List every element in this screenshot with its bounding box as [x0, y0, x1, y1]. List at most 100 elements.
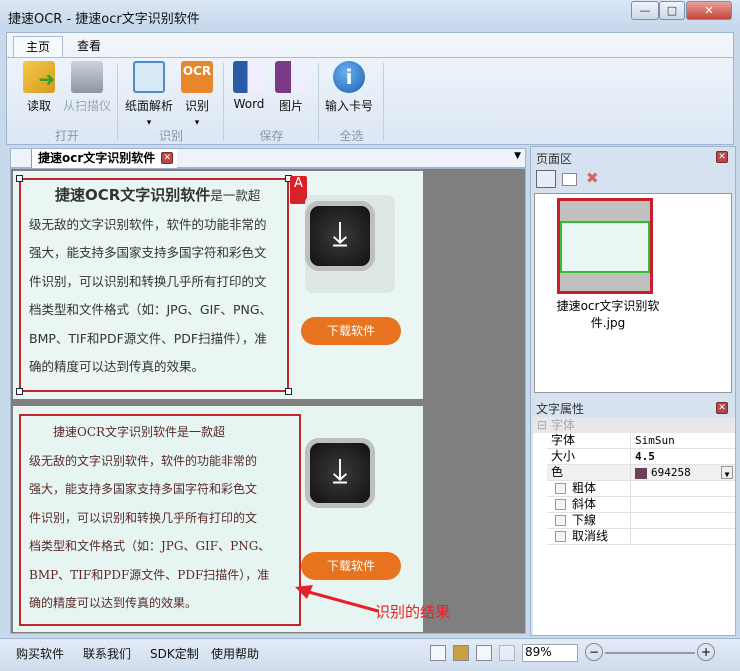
document-tab[interactable]: 捷速ocr文字识别软件 ✕: [31, 149, 178, 168]
collapse-icon[interactable]: ⊟: [537, 418, 547, 432]
close-tab-icon[interactable]: ✕: [161, 152, 174, 164]
resize-handle[interactable]: [16, 388, 23, 395]
close-button[interactable]: ✕: [686, 1, 732, 20]
group-label-open: 打开: [54, 129, 79, 143]
serial-button[interactable]: i 输入卡号: [321, 61, 377, 114]
right-panel: 页面区 ✕ ✖ 捷速ocr文字识别软件.jpg 文字属性 ✕ ⊟ 字体 字体 Si…: [530, 146, 736, 636]
document-tab-label: 捷速ocr文字识别软件: [38, 151, 156, 165]
thumbnail-view-icon[interactable]: [536, 170, 556, 188]
buy-link[interactable]: 购买软件: [16, 645, 64, 662]
annotation-label: 识别的结果: [375, 603, 451, 621]
property-value: 4.5: [635, 450, 655, 463]
property-key: 大小: [547, 449, 631, 464]
close-text-props-icon[interactable]: ✕: [716, 402, 728, 414]
sdk-link[interactable]: SDK定制: [150, 645, 199, 662]
result-line: 级无敌的文字识别软件，软件的功能非常的: [29, 453, 258, 468]
property-key: 字体: [547, 433, 631, 448]
group-label: 字体: [550, 418, 575, 432]
original-line: 强大，能支持多国家支持多国字符和彩色文: [29, 245, 267, 260]
checkbox-label: 粗体: [572, 481, 597, 495]
zoom-value: 89%: [525, 645, 552, 659]
checkbox-strikethrough[interactable]: 取消线: [547, 529, 735, 545]
help-link[interactable]: 使用帮助: [211, 645, 259, 662]
contact-link[interactable]: 联系我们: [83, 645, 131, 662]
status-bar: 购买软件 联系我们 SDK定制 使用帮助 89% − +: [0, 638, 740, 671]
group-label-save: 保存: [259, 129, 284, 143]
recognized-result-page: 捷速OCR文字识别软件是一款超 级无敌的文字识别软件，软件的功能非常的 强大，能…: [13, 406, 450, 632]
parse-label: 纸面解析: [124, 99, 173, 113]
annotation-arrow: [295, 585, 379, 613]
checkbox-label: 斜体: [572, 497, 597, 511]
window-title: 捷速OCR - 捷速ocr文字识别软件: [8, 12, 200, 27]
result-text[interactable]: 捷速OCR文字识别软件是一款超 级无敌的文字识别软件，软件的功能非常的 强大，能…: [29, 418, 301, 618]
save-image-button[interactable]: 图片: [273, 61, 309, 114]
delete-page-icon[interactable]: ✖: [586, 169, 599, 187]
scanner-icon: [71, 61, 103, 93]
resize-handle[interactable]: [285, 388, 292, 395]
document-view: A 捷速OCR文字识别软件是一款超 级无敌的文字识别软件，软件的功能非常的 强大…: [10, 168, 526, 634]
property-key: 色: [547, 465, 631, 480]
image-view-icon[interactable]: [453, 645, 469, 661]
result-line: 强大，能支持多国家支持多国字符和彩色文: [29, 482, 258, 496]
download-app-icon: ⤓: [305, 438, 375, 508]
text-props-title: 文字属性: [536, 402, 585, 416]
document-tab-strip: 捷速ocr文字识别软件 ✕ ▼: [10, 148, 526, 168]
folder-open-icon: ➜: [23, 61, 55, 93]
property-grid: ⊟ 字体 字体 SimSun 大小 4.5 色 694258 ▼ 粗体 斜体 下線 取消…: [533, 417, 735, 635]
ocr-icon: OCR: [181, 61, 213, 93]
page-view-icon[interactable]: [562, 173, 577, 186]
original-line: BMP、TIF和PDF源文件、PDF扫描件），准: [29, 330, 267, 346]
result-line: 件识别，可以识别和转换几乎所有打印的文: [29, 510, 258, 525]
text-only-icon[interactable]: [499, 645, 515, 661]
property-row-color[interactable]: 色 694258 ▼: [547, 465, 735, 481]
serial-label: 输入卡号: [324, 99, 373, 113]
layout-edit-icon: [133, 61, 165, 93]
image-document-icon: [275, 61, 307, 93]
scan-label: 从扫描仪: [62, 99, 111, 113]
page-thumbnail[interactable]: [557, 198, 653, 294]
property-row-font[interactable]: 字体 SimSun: [547, 433, 735, 449]
parse-button[interactable]: 纸面解析 ▾: [121, 61, 177, 128]
download-app-icon: ⤓: [305, 201, 375, 271]
checkbox-underline[interactable]: 下線: [547, 513, 735, 529]
fit-page-icon[interactable]: [430, 645, 446, 661]
maximize-button[interactable]: □: [659, 1, 685, 20]
read-label: 读取: [26, 99, 51, 113]
zoom-in-button[interactable]: +: [697, 643, 715, 661]
resize-handle[interactable]: [16, 175, 23, 182]
property-value: SimSun: [635, 434, 675, 447]
result-line: 确的精度可以达到传真的效果。: [29, 596, 198, 610]
minimize-button[interactable]: —: [631, 1, 659, 20]
result-line: BMP、TIF和PDF源文件、PDF扫描件），准: [29, 567, 270, 582]
read-button[interactable]: ➜ 读取: [19, 61, 59, 114]
recognize-button[interactable]: OCR 识别 ▾: [179, 61, 215, 128]
zoom-slider[interactable]: [605, 652, 695, 654]
original-line: 确的精度可以达到传真的效果。: [29, 359, 205, 374]
download-button[interactable]: 下载软件: [301, 317, 401, 345]
scan-button[interactable]: 从扫描仪: [59, 61, 115, 114]
group-label-recognize: 识别: [158, 129, 183, 143]
word-document-icon: [233, 61, 265, 93]
zoom-select[interactable]: 89%: [522, 644, 578, 662]
thumbnail-area: 捷速ocr文字识别软件.jpg: [534, 193, 732, 393]
tab-home[interactable]: 主页: [13, 36, 64, 57]
info-icon: i: [333, 61, 365, 93]
save-word-button[interactable]: Word: [229, 61, 269, 111]
original-line: 是一款超: [210, 188, 261, 203]
image-label: 图片: [278, 99, 303, 113]
checkbox-bold[interactable]: 粗体: [547, 481, 735, 497]
group-label-select-all: 全选: [339, 129, 364, 143]
original-line: 级无敌的文字识别软件，软件的功能非常的: [29, 216, 267, 232]
color-dropdown-icon[interactable]: ▼: [721, 466, 733, 479]
title-bar: 捷速OCR - 捷速ocr文字识别软件 — □ ✕: [0, 0, 740, 30]
zoom-out-button[interactable]: −: [585, 643, 603, 661]
tab-view[interactable]: 查看: [65, 36, 113, 57]
tab-menu-icon[interactable]: ▼: [514, 151, 521, 161]
property-row-size[interactable]: 大小 4.5: [547, 449, 735, 465]
result-line: 档类型和文件格式（如：JPG、GIF、PNG、: [29, 539, 271, 553]
checkbox-italic[interactable]: 斜体: [547, 497, 735, 513]
download-button: 下载软件: [301, 552, 401, 580]
close-pages-panel-icon[interactable]: ✕: [716, 151, 728, 163]
checkbox-label: 取消线: [572, 529, 609, 543]
text-view-icon[interactable]: [476, 645, 492, 661]
